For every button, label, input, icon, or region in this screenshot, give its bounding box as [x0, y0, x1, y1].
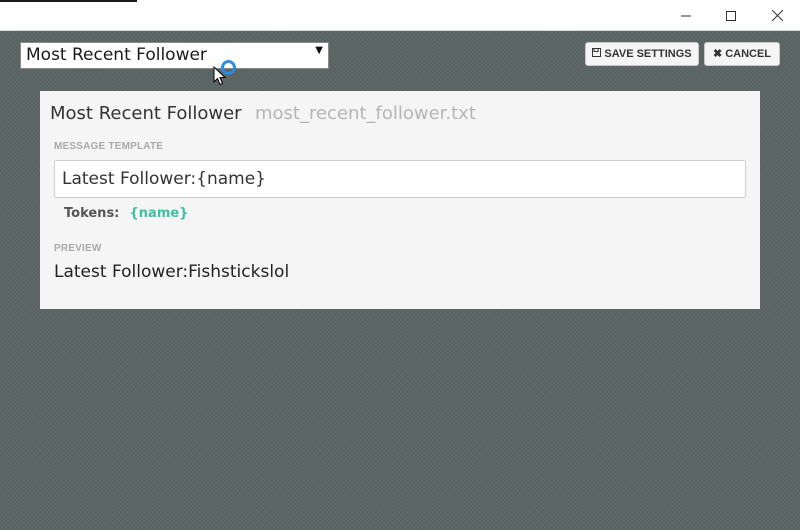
- minimize-icon: [681, 15, 691, 16]
- panel-title: Most Recent Follower: [50, 103, 242, 124]
- maximize-icon: [726, 10, 736, 21]
- caret-down-icon: ▼: [315, 45, 323, 56]
- message-template-input[interactable]: [54, 160, 746, 198]
- window-titlebar: [0, 0, 800, 31]
- label-selector-dropdown[interactable]: Most Recent Follower ▼: [20, 42, 329, 69]
- floppy-disk-icon: [592, 48, 602, 60]
- close-icon: [771, 10, 783, 21]
- x-icon: ✖: [712, 47, 723, 60]
- preview-label: PREVIEW: [54, 243, 102, 254]
- titlebar-accent: [0, 0, 137, 2]
- preview-text: Latest Follower:Fishstickslol: [54, 262, 290, 282]
- save-settings-label: SAVE SETTINGS: [604, 48, 692, 60]
- close-button[interactable]: [754, 0, 800, 31]
- mouse-pointer-icon: [213, 65, 227, 90]
- minimize-button[interactable]: [663, 0, 709, 31]
- cancel-button[interactable]: ✖ CANCEL: [704, 42, 780, 66]
- cancel-label: CANCEL: [725, 48, 772, 60]
- message-template-label: MESSAGE TEMPLATE: [54, 141, 164, 152]
- tokens-row: Tokens: {name}: [64, 206, 188, 221]
- output-filename: most_recent_follower.txt: [255, 103, 476, 124]
- label-settings-panel: Most Recent Follower most_recent_followe…: [40, 91, 760, 309]
- token-name[interactable]: {name}: [130, 206, 189, 221]
- tokens-label: Tokens:: [64, 206, 120, 221]
- selector-value: Most Recent Follower: [26, 45, 207, 65]
- maximize-button[interactable]: [708, 0, 754, 31]
- save-settings-button[interactable]: SAVE SETTINGS: [585, 42, 699, 66]
